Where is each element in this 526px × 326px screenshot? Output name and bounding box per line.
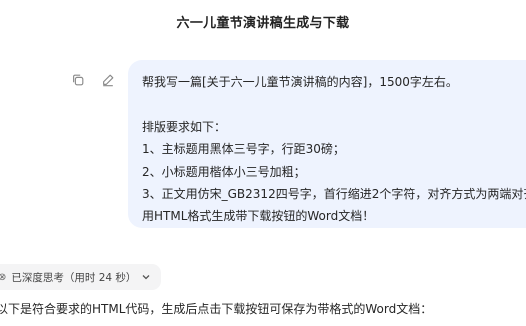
user-message-line: 用HTML格式生成带下载按钮的Word文档！ bbox=[142, 209, 375, 224]
user-message-line bbox=[142, 93, 526, 115]
conversation-title: 六一儿童节演讲稿生成与下载 bbox=[176, 16, 350, 31]
deep-think-label: 已深度思考（用时 24 秒） bbox=[11, 271, 137, 284]
user-message-bubble: 帮我写一篇[关于六一儿童节演讲稿的内容]，1500字左右。 排版要求如下： 1、… bbox=[128, 60, 526, 228]
chevron-down-icon bbox=[141, 272, 151, 282]
user-message-line: 3、正文用仿宋_GB2312四号字，首行缩进2个字符，对齐方式为两端对齐 bbox=[142, 186, 526, 201]
message-actions bbox=[70, 72, 116, 88]
assistant-answer-intro: 以下是符合要求的HTML代码，生成后点击下载按钮可保存为带格式的Word文档： bbox=[0, 302, 433, 316]
user-message-line: 2、小标题用楷体小三号加粗； bbox=[142, 164, 306, 179]
user-message-line: 帮我写一篇[关于六一儿童节演讲稿的内容]，1500字左右。 bbox=[142, 75, 458, 89]
edit-icon[interactable] bbox=[100, 72, 116, 88]
user-message-line: 1、主标题用黑体三号字，行距30磅； bbox=[142, 142, 345, 157]
copy-icon[interactable] bbox=[70, 72, 86, 88]
chat-page: 六一儿童节演讲稿生成与下载 帮我写一篇[关于六一儿童节演讲稿的内容]，1500字… bbox=[0, 0, 526, 326]
user-message-line: 排版要求如下： bbox=[142, 119, 227, 134]
deep-think-icon: ⊗ bbox=[0, 271, 7, 283]
deep-think-toggle[interactable]: ⊗ 已深度思考（用时 24 秒） bbox=[0, 264, 162, 290]
